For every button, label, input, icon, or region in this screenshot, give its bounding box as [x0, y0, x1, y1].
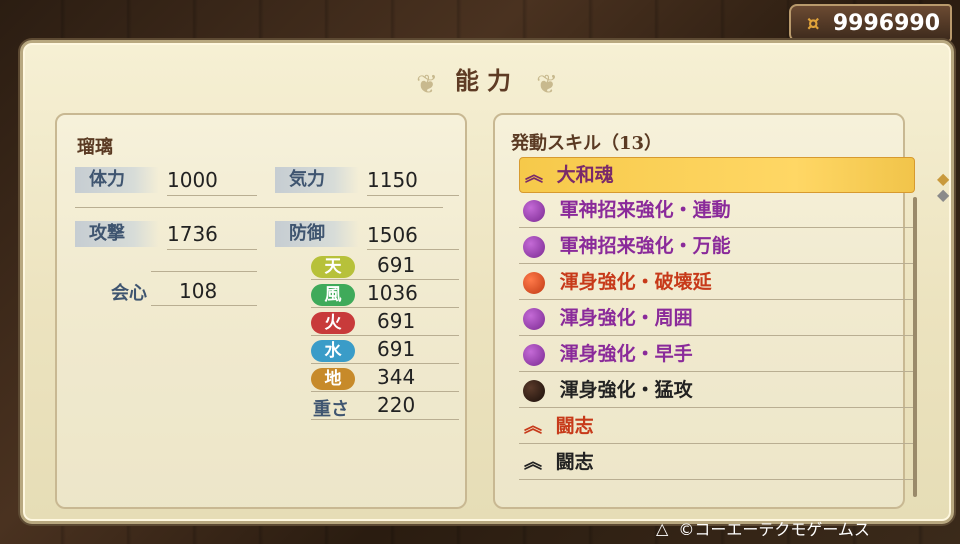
divider: [167, 195, 257, 196]
abilities-panel: ❦ 能力 ❦ 瑠璃 体力 1000 気力 1150 攻撃 1736 防御 150…: [20, 40, 954, 524]
stat-label-spirit: 気力: [275, 167, 359, 193]
section-divider: [75, 207, 443, 208]
stat-value-spirit: 1150: [367, 168, 418, 192]
skill-label: 闘志: [555, 415, 594, 437]
divider: [151, 305, 257, 306]
skills-header: 発動スキル（13）: [511, 133, 663, 154]
stats-panel: 瑠璃 体力 1000 気力 1150 攻撃 1736 防御 1506 会心 10…: [55, 113, 467, 509]
skill-item[interactable]: 軍神招来強化・連動: [519, 193, 913, 228]
character-name: 瑠璃: [77, 137, 113, 158]
element-heaven-value: 691: [377, 253, 416, 277]
divider: [151, 271, 257, 272]
skill-label: 渾身強化・破壊延: [559, 271, 712, 293]
triangle-button-icon: △: [656, 518, 669, 538]
coin-icon: ¤: [806, 11, 820, 35]
stat-label-attack: 攻撃: [75, 221, 159, 247]
money-counter: ¤ 9996990: [788, 4, 952, 42]
page-indicator-icon: ◆ ◆: [937, 169, 950, 204]
stat-label-hp: 体力: [75, 167, 159, 193]
divider: [367, 195, 459, 196]
skills-panel: 発動スキル（13） ︽ 大和魂 軍神招来強化・連動 軍神招来強化・万能 渾身強化…: [493, 113, 917, 509]
stat-label-defense: 防御: [275, 221, 359, 247]
divider: [311, 279, 459, 280]
divider: [311, 419, 459, 420]
skill-item[interactable]: 渾身強化・猛攻: [519, 373, 913, 408]
divider: [311, 307, 459, 308]
skill-label: 渾身強化・早手: [559, 343, 693, 365]
divider: [367, 249, 459, 250]
chevron-up-icon: ︽: [524, 416, 542, 437]
copyright-text: ©コーエーテクモゲームス: [678, 520, 870, 539]
element-heaven-badge: 天: [311, 256, 355, 278]
element-wind-label: 風: [324, 285, 342, 305]
element-earth-badge: 地: [311, 368, 355, 390]
weight-label: 重さ: [313, 399, 349, 420]
skill-item[interactable]: 渾身強化・早手: [519, 337, 913, 372]
skill-label: 渾身強化・周囲: [559, 307, 693, 329]
skill-label: 軍神招来強化・連動: [559, 199, 731, 221]
skill-item[interactable]: ︽ 闘志: [519, 445, 913, 480]
element-earth-label: 地: [324, 369, 342, 389]
element-wind-badge: 風: [311, 284, 355, 306]
stat-value-defense: 1506: [367, 223, 418, 247]
divider: [311, 335, 459, 336]
element-wind-value: 1036: [367, 281, 418, 305]
stat-value-hp: 1000: [167, 168, 218, 192]
element-earth-value: 344: [377, 365, 416, 389]
element-water-value: 691: [377, 337, 416, 361]
chevron-up-icon: ︽: [524, 452, 542, 473]
red-orb-icon: [523, 272, 545, 294]
skill-item[interactable]: ︽ 闘志: [519, 409, 913, 444]
weight-value: 220: [377, 393, 416, 417]
purple-orb-icon: [523, 200, 545, 222]
skill-label: 闘志: [555, 451, 594, 473]
stat-label-critical: 会心: [111, 283, 147, 304]
divider: [311, 391, 459, 392]
skill-item[interactable]: 軍神招来強化・万能: [519, 229, 913, 264]
element-water-label: 水: [324, 341, 342, 361]
stat-value-critical: 108: [179, 279, 218, 303]
skill-item[interactable]: 渾身強化・周囲: [519, 301, 913, 336]
divider: [167, 249, 257, 250]
divider: [311, 363, 459, 364]
skill-label: 大和魂: [556, 164, 614, 186]
element-fire-label: 火: [324, 313, 342, 333]
panel-title: 能力: [455, 66, 519, 95]
panel-title-bar: ❦ 能力 ❦: [23, 61, 951, 100]
footer: △ ©コーエーテクモゲームス: [656, 516, 870, 540]
black-orb-icon: [523, 380, 545, 402]
element-fire-value: 691: [377, 309, 416, 333]
skill-item[interactable]: 渾身強化・破壊延: [519, 265, 913, 300]
skill-label: 渾身強化・猛攻: [559, 379, 693, 401]
chevron-up-icon: ︽: [525, 165, 543, 186]
element-fire-badge: 火: [311, 312, 355, 334]
skill-label: 軍神招来強化・万能: [559, 235, 731, 257]
element-water-badge: 水: [311, 340, 355, 362]
purple-orb-icon: [523, 236, 545, 258]
element-heaven-label: 天: [324, 257, 342, 277]
purple-orb-icon: [523, 308, 545, 330]
right-leaf-ornament-icon: ❦: [536, 69, 558, 100]
left-leaf-ornament-icon: ❦: [416, 69, 438, 100]
skill-item[interactable]: ︽ 大和魂: [519, 157, 915, 193]
stat-value-attack: 1736: [167, 222, 218, 246]
purple-orb-icon: [523, 344, 545, 366]
money-value: 9996990: [832, 10, 940, 36]
skills-scrollbar[interactable]: [913, 197, 917, 497]
